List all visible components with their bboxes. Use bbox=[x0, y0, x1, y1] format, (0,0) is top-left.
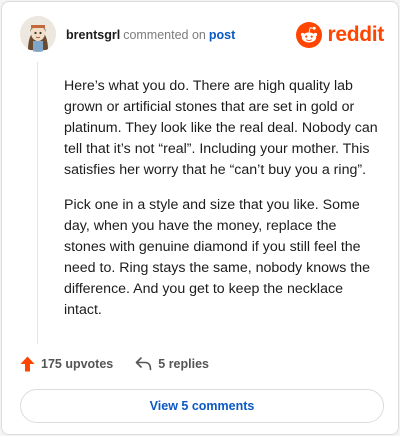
meta-verb: commented on bbox=[123, 28, 206, 42]
comment-meta: brentsgrl commented on post bbox=[66, 28, 235, 42]
username-link[interactable]: brentsgrl bbox=[66, 28, 120, 42]
reddit-wordmark: reddit bbox=[327, 23, 384, 46]
comment-paragraph: Here’s what you do. There are high quali… bbox=[64, 78, 378, 178]
upvote-button[interactable]: 175 upvotes bbox=[20, 356, 113, 372]
upvote-arrow-icon bbox=[20, 356, 35, 372]
post-link[interactable]: post bbox=[209, 28, 235, 42]
comment-body: Here’s what you do. There are high quali… bbox=[64, 76, 382, 335]
view-comments-button[interactable]: View 5 comments bbox=[20, 389, 384, 423]
avatar[interactable] bbox=[20, 16, 56, 52]
comment-card: brentsgrl commented on post reddit Here’s … bbox=[1, 1, 399, 435]
upvote-count: 175 upvotes bbox=[41, 357, 114, 371]
replies-button[interactable]: 5 replies bbox=[135, 357, 209, 371]
reddit-logo-icon bbox=[296, 22, 323, 48]
reply-arrow-icon bbox=[135, 357, 152, 371]
thread-line bbox=[37, 62, 38, 344]
comment-header: brentsgrl commented on post reddit bbox=[20, 16, 384, 56]
avatar-image bbox=[20, 16, 56, 52]
reddit-brand[interactable]: reddit bbox=[296, 22, 384, 48]
replies-count: 5 replies bbox=[158, 357, 209, 371]
comment-actions: 175 upvotes 5 replies bbox=[20, 354, 209, 374]
comment-paragraph: Pick one in a style and size that you li… bbox=[64, 197, 371, 318]
